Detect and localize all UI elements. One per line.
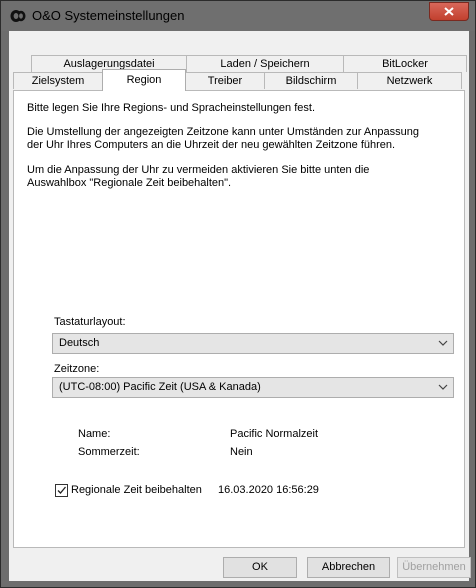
keyboard-layout-label: Tastaturlayout: — [54, 316, 126, 328]
tab-region[interactable]: Region — [102, 69, 186, 91]
name-value: Pacific Normalzeit — [230, 428, 319, 440]
close-button[interactable] — [429, 2, 469, 21]
tab-bitlocker[interactable]: BitLocker — [343, 55, 467, 72]
apply-button[interactable]: Übernehmen — [397, 557, 471, 578]
app-icon — [10, 10, 26, 22]
close-icon — [444, 7, 454, 16]
tab-zielsystem[interactable]: Zielsystem — [13, 72, 103, 89]
hint-text-line2: Auswahlbox "Regionale Zeit beibehalten". — [27, 177, 232, 189]
keyboard-layout-select[interactable]: Deutsch — [52, 333, 454, 354]
keyboard-layout-value: Deutsch — [59, 337, 100, 349]
tab-netzwerk[interactable]: Netzwerk — [357, 72, 462, 89]
dst-label: Sommerzeit: — [78, 446, 140, 458]
title-bar[interactable]: O&O Systemeinstellungen — [1, 1, 475, 31]
window-title: O&O Systemeinstellungen — [32, 8, 185, 23]
tab-treiber[interactable]: Treiber — [185, 72, 265, 89]
dst-value: Nein — [230, 446, 253, 458]
name-label: Name: — [78, 428, 111, 440]
cancel-button[interactable]: Abbrechen — [307, 557, 390, 578]
current-datetime: 16.03.2020 16:56:29 — [218, 484, 319, 496]
settings-window: O&O Systemeinstellungen Auslagerungsdate… — [0, 0, 476, 588]
info-text-line1: Die Umstellung der angezeigten Zeitzone … — [27, 126, 419, 138]
tab-row-front: Zielsystem Region Treiber Bildschirm Net… — [13, 69, 462, 91]
info-text-line2: der Uhr Ihres Computers an die Uhrzeit d… — [27, 139, 396, 151]
tab-laden-speichern[interactable]: Laden / Speichern — [186, 55, 344, 72]
region-panel: Bitte legen Sie Ihre Regions- und Sprach… — [13, 90, 465, 548]
intro-text: Bitte legen Sie Ihre Regions- und Sprach… — [27, 102, 316, 114]
keep-regional-time-checkbox[interactable] — [55, 484, 68, 497]
checkmark-icon — [57, 486, 66, 494]
chevron-down-icon — [438, 384, 448, 390]
tab-bildschirm[interactable]: Bildschirm — [264, 72, 358, 89]
chevron-down-icon — [438, 340, 448, 346]
timezone-value: (UTC-08:00) Pacific Zeit (USA & Kanada) — [59, 381, 261, 393]
tab-row-back: Auslagerungsdatei Laden / Speichern BitL… — [31, 55, 467, 72]
dialog-client: Auslagerungsdatei Laden / Speichern BitL… — [9, 31, 471, 581]
keep-regional-time-label[interactable]: Regionale Zeit beibehalten — [71, 484, 202, 496]
timezone-select[interactable]: (UTC-08:00) Pacific Zeit (USA & Kanada) — [52, 377, 454, 398]
timezone-label: Zeitzone: — [54, 363, 100, 375]
ok-button[interactable]: OK — [223, 557, 297, 578]
hint-text-line1: Um die Anpassung der Uhr zu vermeiden ak… — [27, 164, 370, 176]
